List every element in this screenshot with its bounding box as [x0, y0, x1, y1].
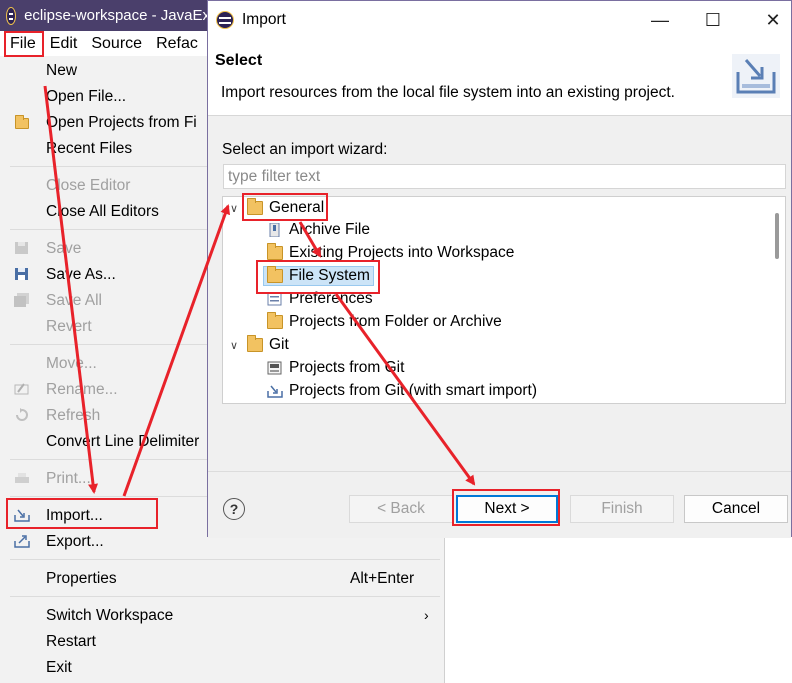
save-icon	[15, 242, 28, 254]
annotation-box-file-menu	[4, 31, 44, 57]
tree-node-projects-git-smart[interactable]: Projects from Git (with smart import)	[267, 380, 537, 402]
folder-icon	[267, 312, 283, 329]
dialog-header: Select Import resources from the local f…	[208, 38, 791, 116]
menu-item-close-editor[interactable]: Close Editor	[46, 177, 130, 195]
tree-scrollbar[interactable]	[775, 213, 779, 259]
menu-separator	[10, 596, 440, 597]
close-icon[interactable]: ✕	[761, 8, 785, 32]
back-button[interactable]: < Back	[349, 495, 453, 523]
tree-label-projects-git: Projects from Git	[289, 359, 405, 376]
rename-icon	[14, 383, 29, 395]
project-folder-icon	[267, 243, 283, 260]
menu-item-exit[interactable]: Exit	[46, 659, 72, 677]
menu-refactor[interactable]: Refac	[149, 35, 205, 53]
tree-label-projects-git-smart: Projects from Git (with smart import)	[289, 382, 538, 399]
annotation-box-general	[242, 193, 328, 221]
expand-chevron-icon[interactable]: ∨	[227, 202, 241, 215]
dialog-title: Import	[242, 10, 286, 28]
menu-item-refresh[interactable]: Refresh	[46, 407, 100, 425]
submenu-arrow-icon: ›	[424, 607, 429, 623]
wizard-page-description: Import resources from the local file sys…	[221, 84, 675, 101]
menu-item-convert-line-delimiter[interactable]: Convert Line Delimiter	[46, 433, 199, 451]
save-all-icon	[14, 293, 29, 307]
menu-item-open-file[interactable]: Open File...	[46, 88, 126, 106]
menu-separator	[10, 559, 440, 560]
git-icon	[267, 361, 282, 375]
import-wizard-banner-icon	[732, 54, 780, 98]
menu-item-rename[interactable]: Rename...	[46, 381, 118, 399]
menu-item-open-projects[interactable]: Open Projects from Fi	[46, 114, 197, 132]
menu-item-export[interactable]: Export...	[46, 533, 104, 551]
menu-item-switch-workspace[interactable]: Switch Workspace	[46, 607, 173, 625]
menu-item-save-as[interactable]: Save As...	[46, 266, 116, 284]
menu-item-save[interactable]: Save	[46, 240, 81, 258]
menu-item-recent-files[interactable]: Recent Files	[46, 140, 132, 158]
menu-item-close-all-editors[interactable]: Close All Editors	[46, 203, 159, 221]
minimize-icon[interactable]: —	[648, 8, 672, 32]
menu-item-print[interactable]: Print...	[46, 470, 91, 488]
help-button[interactable]: ?	[223, 498, 245, 520]
menu-item-save-all[interactable]: Save All	[46, 292, 102, 310]
wizard-select-label: Select an import wizard:	[222, 141, 388, 158]
refresh-icon	[16, 408, 28, 421]
menu-item-revert[interactable]: Revert	[46, 318, 92, 336]
menu-item-properties[interactable]: Properties	[46, 570, 117, 588]
menu-item-restart[interactable]: Restart	[46, 633, 96, 651]
tree-label-projects-folder: Projects from Folder or Archive	[289, 313, 502, 330]
properties-shortcut: Alt+Enter	[350, 570, 415, 587]
import-icon	[267, 385, 283, 398]
expand-chevron-icon[interactable]: ∨	[227, 339, 241, 352]
eclipse-titlebar: eclipse-workspace - JavaEx	[0, 0, 210, 31]
print-icon	[15, 473, 29, 483]
open-folder-icon	[247, 335, 263, 352]
tree-node-projects-folder[interactable]: Projects from Folder or Archive	[267, 311, 502, 333]
folder-icon	[15, 115, 29, 129]
tree-label-archive-file: Archive File	[289, 221, 370, 238]
dialog-titlebar: Import — ☐ ✕	[208, 1, 791, 38]
menu-source[interactable]: Source	[84, 35, 149, 53]
tree-node-git[interactable]: ∨ Git	[227, 334, 289, 356]
preferences-icon	[267, 292, 282, 306]
filter-input[interactable]	[223, 164, 786, 189]
annotation-box-next	[452, 489, 560, 526]
maximize-icon[interactable]: ☐	[701, 8, 725, 32]
menu-edit[interactable]: Edit	[43, 35, 85, 53]
wizard-page-title: Select	[215, 52, 263, 69]
save-as-icon	[15, 268, 28, 280]
archive-icon	[269, 223, 280, 237]
eclipse-logo-icon	[6, 6, 17, 25]
eclipse-logo-icon	[216, 10, 234, 29]
annotation-box-import	[6, 498, 158, 529]
finish-button[interactable]: Finish	[570, 495, 674, 523]
menu-item-new[interactable]: New	[46, 62, 77, 80]
tree-label-git: Git	[269, 336, 289, 353]
export-icon	[14, 535, 30, 548]
tree-node-projects-git[interactable]: Projects from Git	[267, 357, 404, 379]
cancel-button[interactable]: Cancel	[684, 495, 788, 523]
wizard-tree[interactable]: ∨ General Archive File Existing Projects…	[222, 196, 786, 404]
eclipse-window-title: eclipse-workspace - JavaEx	[24, 7, 210, 24]
tree-node-archive-file[interactable]: Archive File	[267, 219, 370, 241]
annotation-box-file-system	[256, 260, 380, 294]
menu-item-move[interactable]: Move...	[46, 355, 97, 373]
